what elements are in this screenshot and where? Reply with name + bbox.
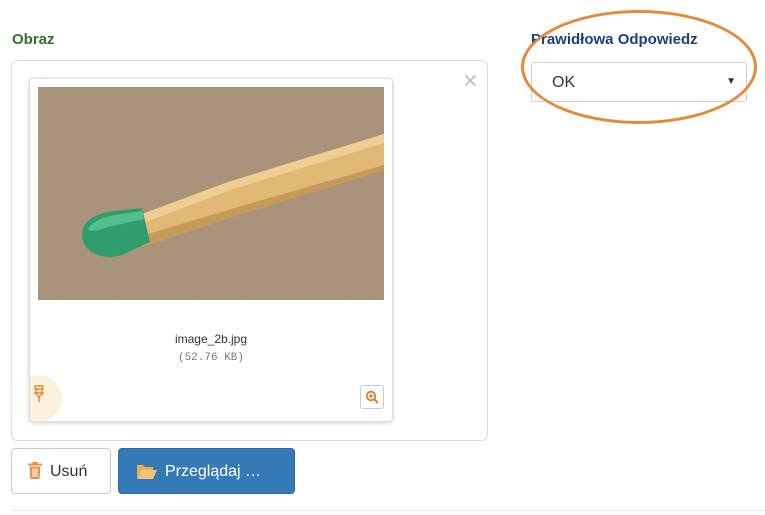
remove-button-label: Usuń (50, 463, 88, 480)
file-name: image_2b.jpg (174, 332, 248, 346)
remove-button[interactable]: Usuń (11, 448, 111, 494)
folder-open-icon (137, 465, 157, 479)
correct-answer-select[interactable]: OK ▼ (531, 62, 747, 102)
drag-handle[interactable] (30, 375, 62, 421)
file-size: (52.76 KB) (177, 352, 244, 364)
preview-image (38, 87, 384, 300)
divider (11, 510, 765, 511)
drag-handle-icon (34, 385, 44, 402)
browse-button[interactable]: Przeglądaj … (118, 448, 295, 494)
correct-answer-label: Prawidłowa Odpowiedz (531, 31, 698, 48)
image-section-label: Obraz (12, 31, 55, 48)
zoom-in-icon (365, 390, 379, 404)
file-preview-thumbnail: image_2b.jpg (52.76 KB) (29, 78, 393, 422)
selected-value: OK (552, 74, 576, 91)
close-icon[interactable]: × (462, 70, 479, 90)
zoom-button[interactable] (360, 385, 384, 409)
browse-button-label: Przeglądaj … (165, 463, 262, 480)
dropdown-arrow-icon: ▼ (726, 76, 736, 87)
trash-icon (28, 462, 42, 479)
